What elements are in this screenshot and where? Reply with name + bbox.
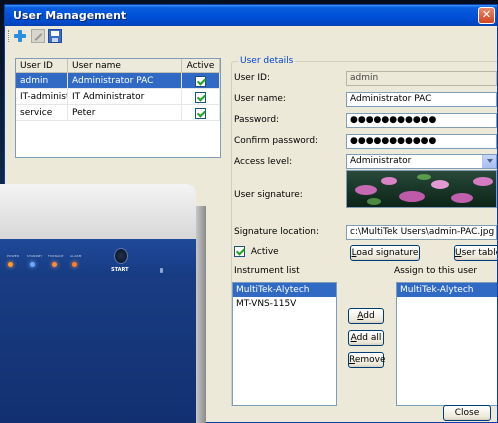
title-bar[interactable]: User Management [5, 5, 497, 26]
alarm-led-label: ALARM [70, 254, 82, 258]
window-close-icon[interactable]: ✕ [478, 7, 495, 24]
instrument-list[interactable]: MultiTek-Alytech MT-VNS-115V [232, 282, 337, 406]
table-row[interactable]: service Peter [16, 105, 220, 121]
load-signature-button[interactable]: Load signature [350, 245, 420, 261]
alarm-led [72, 262, 77, 267]
power-led-label: POWER [7, 254, 20, 258]
cell-user-name: Administrator PAC [68, 73, 182, 88]
device-start-label: START [111, 267, 129, 273]
confirm-password-label: Confirm password: [234, 136, 319, 146]
device-side-panel [196, 206, 206, 423]
active-checkbox[interactable] [234, 246, 245, 257]
table-row[interactable]: admin Administrator PAC [16, 73, 220, 89]
user-details-legend: User details [238, 56, 296, 66]
password-field[interactable]: ●●●●●●●●●●● [346, 113, 497, 128]
table-header: User ID User name Active [16, 59, 220, 73]
user-name-field[interactable]: Administrator PAC [346, 92, 497, 107]
user-table[interactable]: User ID User name Active admin Administr… [15, 58, 221, 158]
edit-user-icon[interactable] [31, 29, 45, 43]
toolbar [5, 27, 497, 45]
toolbar-grip[interactable] [8, 30, 11, 42]
device-front-panel [0, 239, 196, 423]
password-label: Password: [234, 115, 280, 125]
window-title: User Management [13, 9, 127, 22]
column-header-active[interactable]: Active [182, 59, 220, 72]
device-start-button [114, 248, 128, 264]
access-level-value: Administrator [350, 156, 412, 166]
user-id-label: User ID: [234, 73, 270, 83]
add-button[interactable]: Add [348, 308, 384, 324]
instrument-device-image: POWER STANDBY FURNACE ALARM START [0, 184, 206, 423]
list-item[interactable]: MT-VNS-115V [233, 297, 336, 311]
user-id-field[interactable]: admin [346, 71, 497, 86]
active-checkbox[interactable] [195, 108, 206, 119]
cell-user-name: IT Administrator [68, 89, 182, 104]
cell-active [182, 105, 220, 120]
user-name-label: User name: [234, 94, 286, 104]
user-table-button[interactable]: User table [454, 245, 497, 261]
assign-to-user-label: Assign to this user [394, 266, 478, 276]
signature-image [346, 170, 497, 208]
cell-user-id: service [16, 105, 68, 120]
device-top-panel [0, 184, 196, 239]
cell-active [182, 73, 220, 88]
chevron-down-icon[interactable] [482, 155, 496, 168]
table-row[interactable]: IT-administ... IT Administrator [16, 89, 220, 105]
active-checkbox[interactable] [195, 76, 206, 87]
active-checkbox-row[interactable]: Active [234, 246, 279, 257]
assigned-instrument-list[interactable]: MultiTek-Alytech [396, 282, 497, 406]
cell-active [182, 89, 220, 104]
cell-user-id: IT-administ... [16, 89, 68, 104]
signature-location-field[interactable]: c:\MultiTek Users\admin-PAC.jpg [346, 225, 497, 240]
power-led [8, 262, 13, 267]
list-item[interactable]: MultiTek-Alytech [397, 283, 497, 297]
list-item[interactable]: MultiTek-Alytech [233, 283, 336, 297]
active-checkbox[interactable] [195, 92, 206, 103]
cell-user-name: Peter [68, 105, 182, 120]
access-level-label: Access level: [234, 157, 293, 167]
device-knob [160, 268, 163, 273]
cell-user-id: admin [16, 73, 68, 88]
save-icon[interactable] [48, 29, 62, 43]
add-user-icon[interactable] [13, 29, 27, 43]
furnace-led [52, 262, 57, 267]
instrument-list-label: Instrument list [234, 266, 300, 276]
remove-button[interactable]: Remove [348, 352, 386, 368]
user-details-group: User details User ID: admin User name: A… [231, 56, 497, 409]
user-signature-label: User signature: [234, 190, 303, 200]
active-label: Active [250, 247, 279, 257]
close-button[interactable]: Close [443, 405, 491, 421]
access-level-select[interactable]: Administrator [346, 154, 497, 169]
standby-led [30, 262, 35, 267]
confirm-password-field[interactable]: ●●●●●●●●●●● [346, 134, 497, 149]
column-header-user-name[interactable]: User name [68, 59, 182, 72]
standby-led-label: STANDBY [27, 254, 43, 258]
signature-location-label: Signature location: [234, 227, 320, 237]
furnace-led-label: FURNACE [48, 254, 64, 258]
column-header-user-id[interactable]: User ID [16, 59, 68, 72]
add-all-button[interactable]: Add all [348, 330, 384, 346]
